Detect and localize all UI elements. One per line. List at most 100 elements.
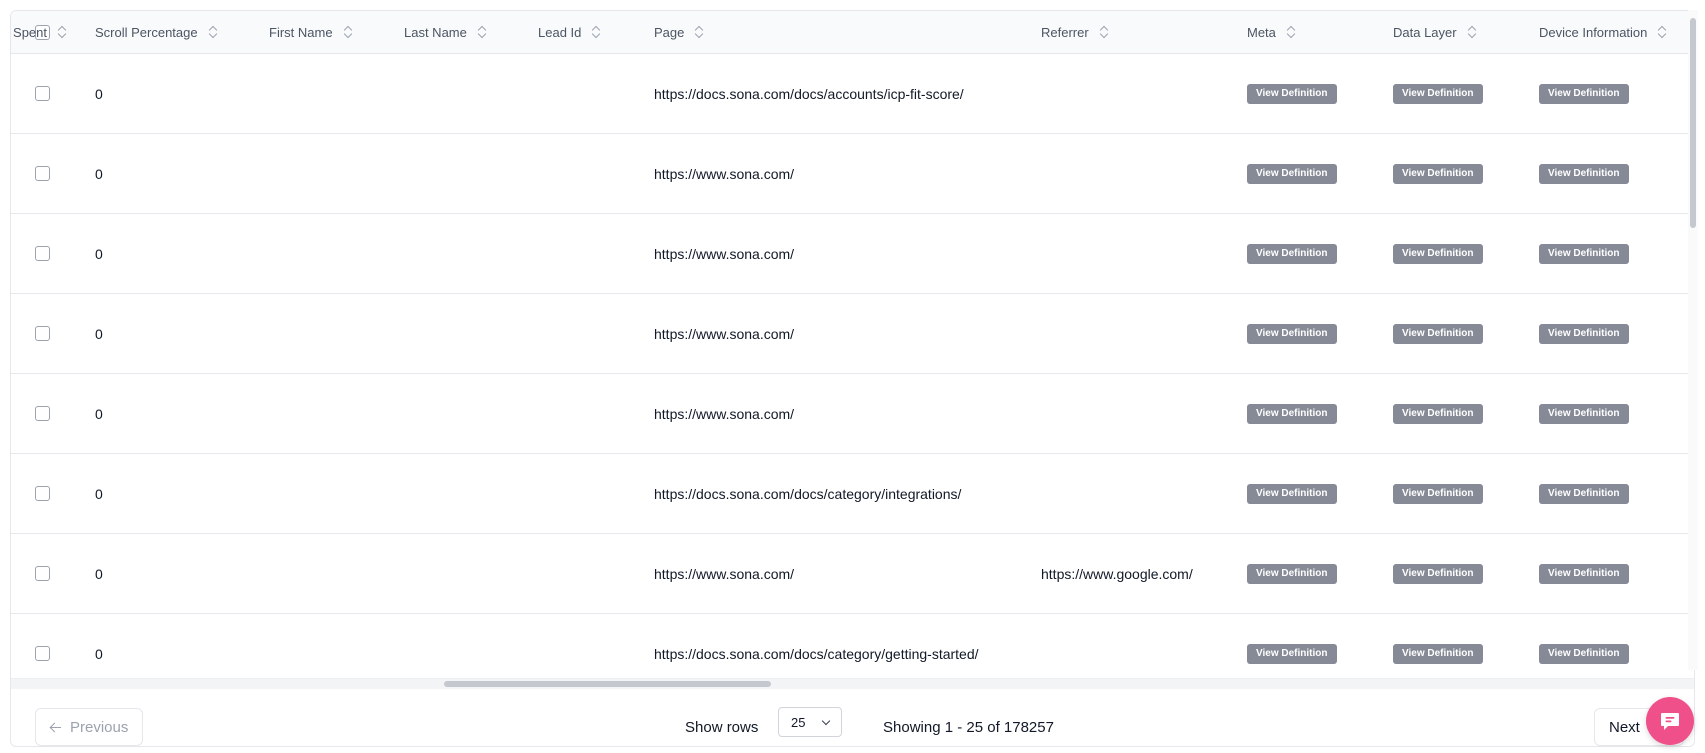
- cell-scroll-value: 0: [95, 85, 103, 102]
- cell-device-info: View Definition: [1539, 294, 1629, 373]
- column-header-label: Lead Id: [538, 24, 582, 40]
- column-header-first-name[interactable]: First Name: [269, 11, 353, 53]
- row-checkbox[interactable]: [35, 326, 50, 341]
- column-header-last-name[interactable]: Last Name: [404, 11, 487, 53]
- cell-meta: View Definition: [1247, 134, 1337, 213]
- view-definition-button[interactable]: View Definition: [1247, 243, 1337, 264]
- cell-data-layer: View Definition: [1393, 294, 1483, 373]
- table-row[interactable]: 0 https://www.sona.com/View Definition Vie…: [11, 374, 1689, 454]
- view-definition-button[interactable]: View Definition: [1393, 563, 1483, 584]
- view-definition-button[interactable]: View Definition: [1393, 83, 1483, 104]
- cell-page: https://docs.sona.com/docs/accounts/icp-…: [654, 54, 964, 133]
- sort-icon[interactable]: [208, 25, 218, 39]
- view-definition-button[interactable]: View Definition: [1393, 243, 1483, 264]
- view-definition-button[interactable]: View Definition: [1393, 163, 1483, 184]
- view-definition-button[interactable]: View Definition: [1539, 323, 1629, 344]
- column-header-lead-id[interactable]: Lead Id: [538, 11, 601, 53]
- row-checkbox[interactable]: [35, 406, 50, 421]
- view-definition-button[interactable]: View Definition: [1393, 403, 1483, 424]
- column-header-page[interactable]: Page: [654, 11, 704, 53]
- row-checkbox-cell: [35, 214, 50, 293]
- row-checkbox[interactable]: [35, 246, 50, 261]
- cell-page-value: https://www.sona.com/: [654, 405, 795, 422]
- cell-meta: View Definition: [1247, 374, 1337, 453]
- view-definition-button[interactable]: View Definition: [1393, 323, 1483, 344]
- row-checkbox[interactable]: [35, 486, 50, 501]
- view-definition-button[interactable]: View Definition: [1247, 163, 1337, 184]
- table-row[interactable]: 0 https://docs.sona.com/docs/category/get…: [11, 614, 1689, 678]
- previous-button[interactable]: Previous: [35, 708, 143, 746]
- cell-data-layer: View Definition: [1393, 54, 1483, 133]
- previous-label: Previous: [70, 718, 129, 736]
- sort-icon[interactable]: [694, 25, 704, 39]
- view-definition-button[interactable]: View Definition: [1539, 83, 1629, 104]
- table-row[interactable]: 0 https://www.sona.com/View Definition Vie…: [11, 294, 1689, 374]
- column-header-label: Page: [654, 24, 685, 40]
- cell-page: https://www.sona.com/: [654, 534, 794, 613]
- row-checkbox[interactable]: [35, 166, 50, 181]
- cell-device-info: View Definition: [1539, 614, 1629, 678]
- row-checkbox[interactable]: [35, 566, 50, 581]
- cell-scroll: 0: [95, 534, 103, 613]
- cell-scroll: 0: [95, 614, 103, 678]
- chat-support-button[interactable]: [1646, 697, 1694, 745]
- rows-per-page-select[interactable]: 25: [778, 707, 842, 737]
- chevron-down-icon: [821, 716, 831, 726]
- show-rows-label: Show rows: [685, 719, 759, 736]
- view-definition-button[interactable]: View Definition: [1539, 243, 1629, 264]
- table-row[interactable]: 0 https://www.sona.com/https://www.google…: [11, 534, 1689, 614]
- row-checkbox-cell: [35, 294, 50, 373]
- row-checkbox[interactable]: [35, 86, 50, 101]
- column-header-device-info[interactable]: Device Information: [1539, 11, 1667, 53]
- view-definition-button[interactable]: View Definition: [1539, 483, 1629, 504]
- table-row[interactable]: 0 https://docs.sona.com/docs/accounts/icp…: [11, 54, 1689, 134]
- cell-meta: View Definition: [1247, 54, 1337, 133]
- row-checkbox-cell: [35, 534, 50, 613]
- sort-icon[interactable]: [1467, 25, 1477, 39]
- table-row[interactable]: 0 https://docs.sona.com/docs/category/int…: [11, 454, 1689, 534]
- table-body: 0 https://docs.sona.com/docs/accounts/icp…: [11, 54, 1689, 678]
- cell-scroll-value: 0: [95, 245, 103, 262]
- view-definition-button[interactable]: View Definition: [1247, 563, 1337, 584]
- view-definition-button[interactable]: View Definition: [1539, 403, 1629, 424]
- vertical-scrollbar-thumb[interactable]: [1690, 18, 1696, 228]
- cell-scroll: 0: [95, 214, 103, 293]
- cell-meta: View Definition: [1247, 294, 1337, 373]
- view-definition-button[interactable]: View Definition: [1247, 323, 1337, 344]
- next-label: Next: [1609, 718, 1640, 736]
- view-definition-button[interactable]: View Definition: [1247, 643, 1337, 664]
- view-definition-button[interactable]: View Definition: [1539, 643, 1629, 664]
- column-header-referrer[interactable]: Referrer: [1041, 11, 1109, 53]
- row-checkbox-cell: [35, 454, 50, 533]
- column-header-data-layer[interactable]: Data Layer: [1393, 11, 1477, 53]
- horizontal-scrollbar-thumb[interactable]: [444, 681, 771, 687]
- cell-referrer-value: https://www.google.com/: [1041, 565, 1193, 582]
- table-row[interactable]: 0 https://www.sona.com/View Definition Vie…: [11, 214, 1689, 294]
- pagination-footer: Previous Show rows 25 Showing 1 - 25 of …: [11, 689, 1694, 746]
- sort-icon[interactable]: [591, 25, 601, 39]
- column-header-meta[interactable]: Meta: [1247, 11, 1296, 53]
- view-definition-button[interactable]: View Definition: [1247, 83, 1337, 104]
- view-definition-button[interactable]: View Definition: [1539, 563, 1629, 584]
- sort-icon[interactable]: [477, 25, 487, 39]
- horizontal-scrollbar[interactable]: [11, 678, 1694, 689]
- vertical-scrollbar[interactable]: [1688, 10, 1698, 670]
- sort-icon[interactable]: [1099, 25, 1109, 39]
- sort-icon[interactable]: [1657, 25, 1667, 39]
- sort-icon[interactable]: [1286, 25, 1296, 39]
- column-header-scroll[interactable]: Scroll Percentage: [95, 11, 218, 53]
- cell-data-layer: View Definition: [1393, 214, 1483, 293]
- data-table-frame: Time Spent Scroll Percentage First Name Las…: [10, 10, 1695, 747]
- view-definition-button[interactable]: View Definition: [1393, 483, 1483, 504]
- sort-icon[interactable]: [343, 25, 353, 39]
- table-row[interactable]: 0 https://www.sona.com/View Definition Vie…: [11, 134, 1689, 214]
- row-checkbox[interactable]: [35, 646, 50, 661]
- view-definition-button[interactable]: View Definition: [1247, 403, 1337, 424]
- column-header-time-spent[interactable]: Time Spent: [11, 11, 67, 53]
- column-header-label: Meta: [1247, 24, 1276, 40]
- view-definition-button[interactable]: View Definition: [1393, 643, 1483, 664]
- sort-icon[interactable]: [57, 25, 67, 39]
- view-definition-button[interactable]: View Definition: [1539, 163, 1629, 184]
- view-definition-button[interactable]: View Definition: [1247, 483, 1337, 504]
- cell-meta: View Definition: [1247, 534, 1337, 613]
